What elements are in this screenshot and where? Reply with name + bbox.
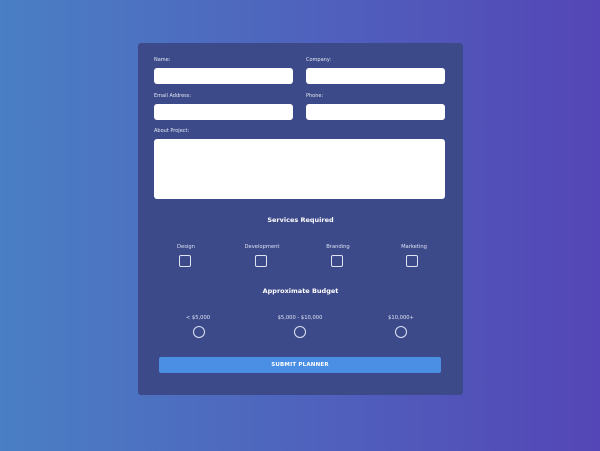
email-input[interactable] [154, 104, 293, 120]
company-input[interactable] [306, 68, 445, 84]
email-label: Email Address: [154, 93, 192, 99]
about-textarea[interactable] [154, 139, 445, 199]
budget-title: Approximate Budget [262, 287, 339, 295]
phone-label: Phone: [306, 93, 324, 99]
budget-label-under-5000: < $5,000 [185, 315, 211, 321]
service-checkbox-design[interactable] [179, 255, 191, 267]
about-label: About Project: [154, 128, 190, 134]
service-checkbox-branding[interactable] [331, 255, 343, 267]
name-label: Name: [154, 57, 171, 63]
phone-input[interactable] [306, 104, 445, 120]
budget-label-over-10000: $10,000+ [388, 315, 414, 321]
service-checkbox-development[interactable] [255, 255, 267, 267]
services-title: Services Required [267, 216, 334, 224]
service-checkbox-marketing[interactable] [406, 255, 418, 267]
service-label-design: Design [177, 244, 195, 250]
submit-planner-button[interactable]: SUBMIT PLANNER [159, 357, 441, 373]
service-label-development: Development [244, 244, 280, 250]
project-planner-form: Name: Company: Email Address: Phone: Abo… [138, 43, 463, 395]
service-label-branding: Branding [326, 244, 350, 250]
budget-radio-under-5000[interactable] [193, 326, 205, 338]
budget-radio-over-10000[interactable] [395, 326, 407, 338]
company-label: Company: [306, 57, 332, 63]
service-label-marketing: Marketing [401, 244, 427, 250]
budget-label-5000-10000: $5,000 - $10,000 [277, 315, 323, 321]
budget-radio-5000-10000[interactable] [294, 326, 306, 338]
name-input[interactable] [154, 68, 293, 84]
